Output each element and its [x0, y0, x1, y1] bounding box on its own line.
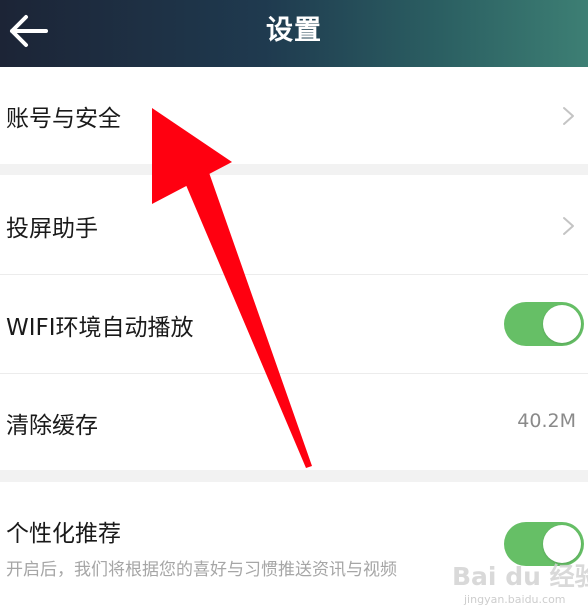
- settings-item-clear-cache[interactable]: 清除缓存 40.2M: [0, 374, 588, 470]
- personalized-toggle[interactable]: [504, 522, 584, 566]
- settings-item-label: 账号与安全: [6, 106, 121, 132]
- page-title: 设置: [266, 15, 322, 46]
- settings-item-screen-cast[interactable]: 投屏助手: [0, 175, 588, 274]
- settings-item-account-security[interactable]: 账号与安全: [0, 67, 588, 164]
- settings-item-label: WIFI环境自动播放: [6, 315, 194, 341]
- section-divider: [0, 470, 588, 482]
- toggle-knob: [543, 525, 581, 563]
- chevron-right-icon: [563, 107, 574, 125]
- app-header: 设置: [0, 0, 588, 67]
- settings-item-wifi-autoplay: WIFI环境自动播放: [0, 275, 588, 373]
- wifi-autoplay-toggle[interactable]: [504, 302, 584, 346]
- settings-item-label: 清除缓存: [6, 413, 98, 439]
- settings-item-label: 个性化推荐: [6, 521, 121, 547]
- cache-size-value: 40.2M: [517, 410, 576, 432]
- settings-item-personalized: 个性化推荐 开启后，我们将根据您的喜好与习惯推送资讯与视频: [0, 482, 588, 614]
- settings-item-label: 投屏助手: [6, 216, 98, 242]
- settings-item-description: 开启后，我们将根据您的喜好与习惯推送资讯与视频: [6, 560, 397, 580]
- toggle-knob: [543, 305, 581, 343]
- chevron-right-icon: [563, 217, 574, 235]
- section-divider: [0, 164, 588, 175]
